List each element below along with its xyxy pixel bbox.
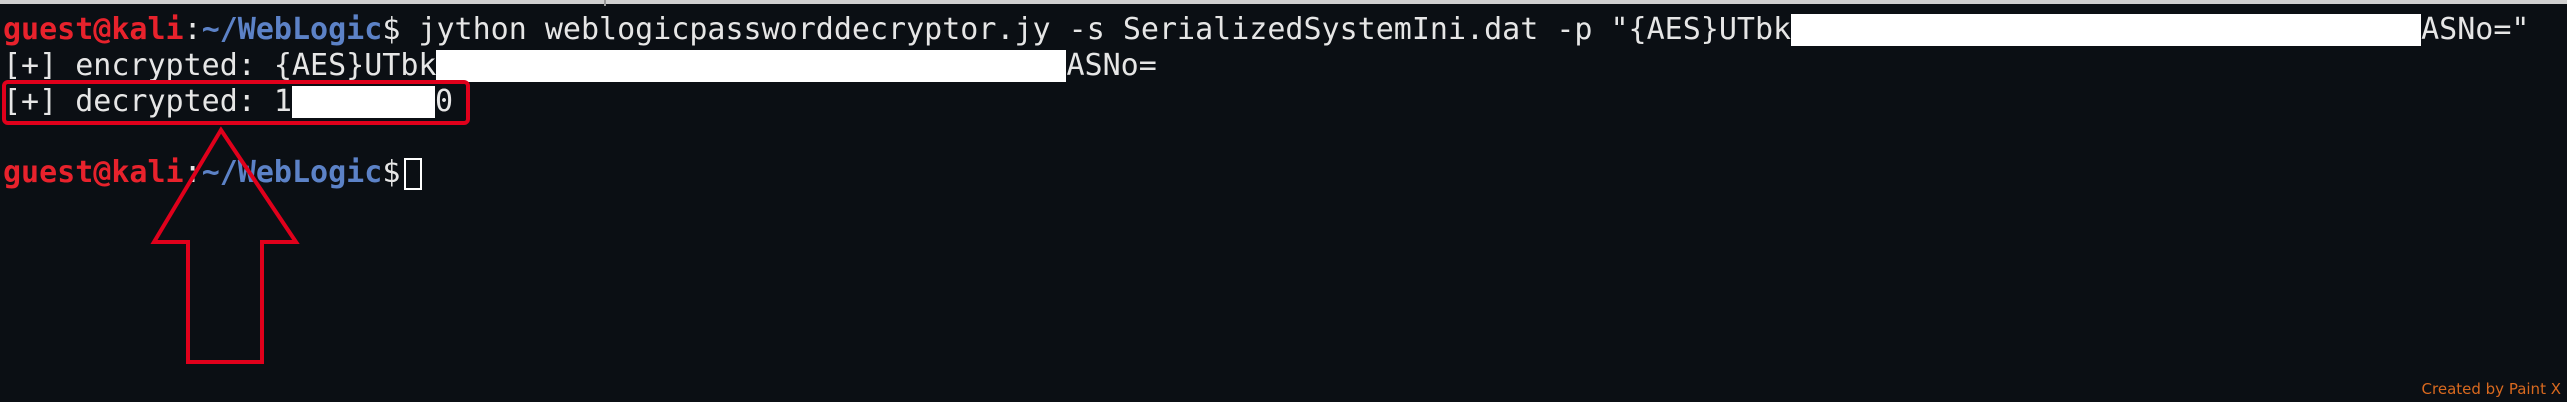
up-arrow-icon xyxy=(150,126,300,364)
window-top-edge xyxy=(0,0,2567,4)
prompt-dollar: $ xyxy=(382,12,401,47)
redaction-block xyxy=(1791,14,2422,46)
encrypted-output-line: [+] encrypted: {AES}UTbk ASNo= xyxy=(3,48,1157,84)
terminal-cursor[interactable] xyxy=(404,158,423,190)
prompt-colon: : xyxy=(183,12,202,47)
encrypted-suffix: ASNo= xyxy=(1066,48,1157,83)
prompt-dollar: $ xyxy=(382,155,401,190)
highlight-box-annotation xyxy=(2,80,470,125)
command-line: guest@kali:~/WebLogic$ jython weblogicpa… xyxy=(3,12,2530,48)
window-edge-marker xyxy=(604,0,606,6)
redaction-block xyxy=(436,50,1067,82)
watermark: Created by Paint X xyxy=(2421,380,2561,398)
command-tail: ASNo=" xyxy=(2421,12,2530,47)
prompt-path: ~/WebLogic xyxy=(201,12,383,47)
command-text: jython weblogicpassworddecryptor.jy -s S… xyxy=(400,12,1792,47)
terminal-window[interactable]: guest@kali:~/WebLogic$ jython weblogicpa… xyxy=(0,0,2567,402)
prompt-user-host: guest@kali xyxy=(3,12,184,47)
encrypted-prefix: [+] encrypted: {AES}UTbk xyxy=(3,48,437,83)
